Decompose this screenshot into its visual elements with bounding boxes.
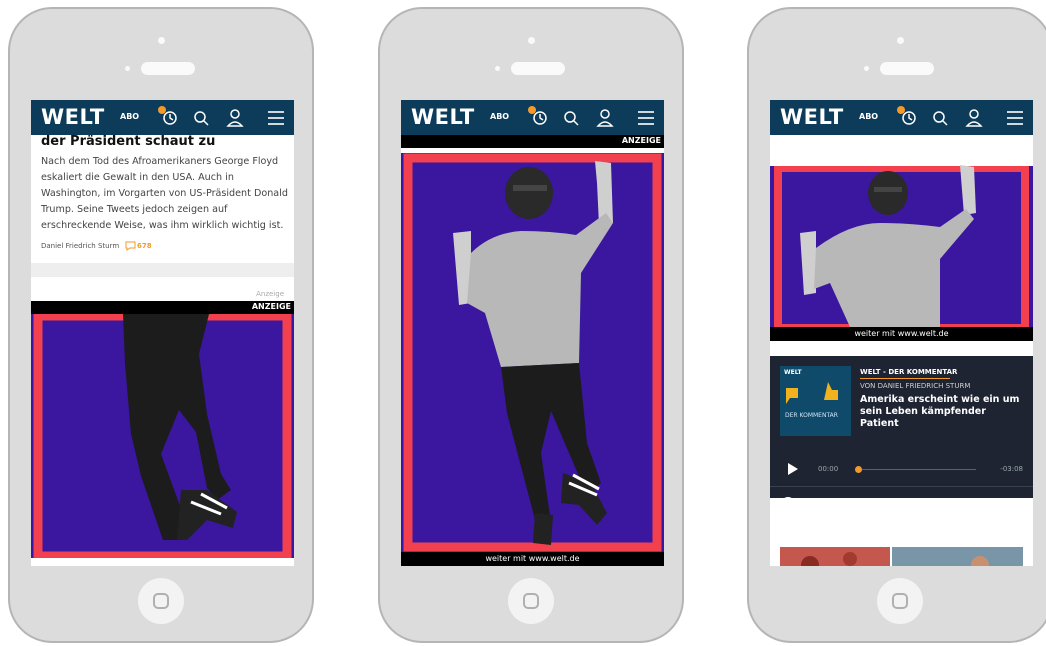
welt-logo[interactable]: WELT <box>41 105 105 129</box>
home-button[interactable] <box>508 578 554 624</box>
sensor-dot <box>864 66 869 71</box>
phone-frame-3: WELT ABO weiter mit www.welt.de WELT DER… <box>747 7 1046 643</box>
menu-icon[interactable] <box>635 100 657 135</box>
home-button-square <box>153 593 169 609</box>
phone-screen-2: WELT ABO ANZEIGE weiter mit www.welt.de <box>401 100 664 566</box>
phone-frame-2: WELT ABO ANZEIGE weiter mit www.welt.de <box>378 7 684 643</box>
progress-track[interactable] <box>858 469 976 470</box>
ad-header-bar: ANZEIGE <box>401 135 664 148</box>
earpiece-speaker <box>141 62 195 75</box>
home-button-square <box>523 593 539 609</box>
abo-link[interactable]: ABO <box>120 112 139 121</box>
continue-link[interactable]: weiter mit www.welt.de <box>401 552 664 566</box>
search-icon[interactable] <box>560 100 582 135</box>
podcast-cover-logo: WELT <box>784 369 802 376</box>
earpiece-speaker <box>880 62 934 75</box>
abo-link[interactable]: ABO <box>490 112 509 121</box>
podcast-kicker: WELT - DER KOMMENTAR <box>860 368 958 376</box>
ad-banner-image[interactable] <box>770 163 1033 327</box>
notification-badge <box>897 106 905 114</box>
podcast-cover[interactable]: WELT DER KOMMENTAR <box>780 366 851 436</box>
top-navigation: WELT ABO <box>31 100 294 135</box>
time-remaining: -03:08 <box>1000 465 1023 473</box>
kicker-underline <box>860 378 950 379</box>
ad-banner-image[interactable] <box>31 314 294 566</box>
earpiece-speaker <box>511 62 565 75</box>
article-headline[interactable]: der Präsident schaut zu <box>41 134 215 149</box>
user-icon[interactable] <box>224 100 246 135</box>
welt-logo[interactable]: WELT <box>780 105 844 129</box>
podcast-cover-text: DER KOMMENTAR <box>785 412 838 419</box>
camera-dot <box>527 37 535 44</box>
welt-logo[interactable]: WELT <box>411 105 475 129</box>
user-icon[interactable] <box>594 100 616 135</box>
abo-link[interactable]: ABO <box>859 112 878 121</box>
teaser-thumbnails[interactable] <box>780 547 1023 566</box>
play-icon[interactable] <box>788 463 798 475</box>
all-episodes-link[interactable]: ALLE EPISODEN <box>964 499 1023 508</box>
notification-badge <box>528 106 536 114</box>
ad-header-label: ANZEIGE <box>621 136 661 145</box>
ad-banner-image[interactable] <box>401 153 664 552</box>
comment-count[interactable]: 678 <box>137 242 152 250</box>
alexa-icon[interactable] <box>781 497 795 511</box>
podcast-author: VON DANIEL FRIEDRICH STURM <box>860 382 971 390</box>
continue-footer-bar[interactable]: weiter mit www.welt.de <box>401 552 664 566</box>
camera-dot <box>157 37 165 44</box>
ad-label: Anzeige <box>256 290 284 298</box>
comment-icon[interactable] <box>125 241 136 251</box>
article-teaser: Nach dem Tod des Afroamerikaners George … <box>41 156 288 231</box>
search-icon[interactable] <box>929 100 951 135</box>
top-navigation: WELT ABO <box>401 100 664 135</box>
thumbs-icon <box>786 382 838 404</box>
phone-screen-1: WELT ABO der Präsident schaut zu Nach de… <box>31 100 294 566</box>
sensor-dot <box>495 66 500 71</box>
sensor-dot <box>125 66 130 71</box>
section-divider <box>31 263 294 277</box>
home-button-square <box>892 593 908 609</box>
progress-knob[interactable] <box>855 466 862 473</box>
phone-screen-3: WELT ABO weiter mit www.welt.de WELT DER… <box>770 100 1033 566</box>
podcast-player: WELT DER KOMMENTAR WELT - DER KOMMENTAR … <box>770 356 1033 511</box>
ad-header-label: ANZEIGE <box>251 302 291 311</box>
top-navigation: WELT ABO <box>770 100 1033 135</box>
search-icon[interactable] <box>190 100 212 135</box>
camera-dot <box>896 37 904 44</box>
continue-footer-bar[interactable]: weiter mit www.welt.de <box>770 327 1033 341</box>
phone-frame-1: WELT ABO der Präsident schaut zu Nach de… <box>8 7 314 643</box>
article-author[interactable]: Daniel Friedrich Sturm <box>41 242 119 250</box>
user-icon[interactable] <box>963 100 985 135</box>
continue-link[interactable]: weiter mit www.welt.de <box>770 327 1033 341</box>
player-divider <box>770 486 1033 487</box>
home-button[interactable] <box>877 578 923 624</box>
home-button[interactable] <box>138 578 184 624</box>
time-elapsed: 00:00 <box>818 465 839 473</box>
ad-header-bar: ANZEIGE <box>31 301 294 314</box>
podcast-title[interactable]: Amerika erscheint wie ein um sein Leben … <box>860 394 1020 430</box>
menu-icon[interactable] <box>1004 100 1026 135</box>
menu-icon[interactable] <box>265 100 287 135</box>
notification-badge <box>158 106 166 114</box>
